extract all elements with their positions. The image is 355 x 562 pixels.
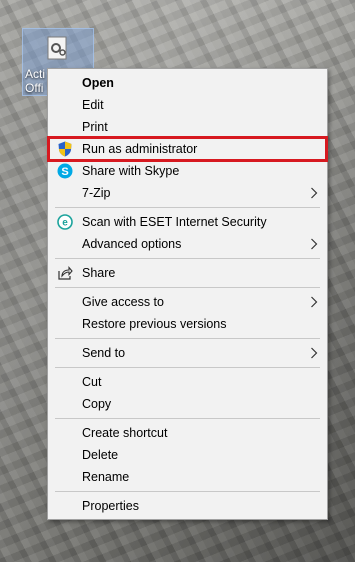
menu-item-cut[interactable]: Cut [48, 371, 327, 393]
menu-item-advanced-options[interactable]: Advanced options [48, 233, 327, 255]
menu-item-copy-label: Copy [82, 397, 112, 411]
menu-item-delete-label: Delete [82, 448, 119, 462]
menu-item-rename[interactable]: Rename [48, 466, 327, 488]
uac-shield-icon [58, 141, 72, 157]
menu-item-print[interactable]: Print [48, 116, 327, 138]
menu-item-give-access-to-label: Give access to [82, 295, 164, 309]
menu-item-delete[interactable]: Delete [48, 444, 327, 466]
chevron-right-icon [311, 187, 318, 199]
menu-separator [55, 207, 320, 208]
menu-item-edit-label: Edit [82, 98, 104, 112]
menu-item-properties[interactable]: Properties [48, 495, 327, 517]
svg-text:S: S [61, 166, 68, 178]
menu-item-send-to[interactable]: Send to [48, 342, 327, 364]
menu-separator [55, 338, 320, 339]
menu-separator [55, 491, 320, 492]
context-menu: Open Edit Print Run as administrator S S… [47, 68, 328, 520]
menu-item-create-shortcut[interactable]: Create shortcut [48, 422, 327, 444]
menu-item-share-with-skype-label: Share with Skype [82, 164, 180, 178]
menu-item-share-with-skype[interactable]: S Share with Skype [48, 160, 327, 182]
menu-item-print-label: Print [82, 120, 108, 134]
menu-item-share[interactable]: Share [48, 262, 327, 284]
menu-item-create-shortcut-label: Create shortcut [82, 426, 168, 440]
menu-item-cut-label: Cut [82, 375, 102, 389]
menu-item-advanced-options-label: Advanced options [82, 237, 182, 251]
menu-item-open[interactable]: Open [48, 72, 327, 94]
menu-item-edit[interactable]: Edit [48, 94, 327, 116]
menu-item-open-label: Open [82, 76, 114, 90]
menu-separator [55, 258, 320, 259]
menu-separator [55, 367, 320, 368]
svg-text:e: e [62, 218, 68, 229]
menu-item-send-to-label: Send to [82, 346, 126, 360]
menu-item-give-access-to[interactable]: Give access to [48, 291, 327, 313]
eset-icon: e [57, 214, 73, 230]
menu-item-run-as-administrator[interactable]: Run as administrator [48, 138, 327, 160]
menu-item-share-label: Share [82, 266, 116, 280]
menu-separator [55, 287, 320, 288]
menu-item-run-as-administrator-label: Run as administrator [82, 142, 198, 156]
menu-item-eset-scan-label: Scan with ESET Internet Security [82, 215, 267, 229]
menu-separator [55, 418, 320, 419]
chevron-right-icon [311, 296, 318, 308]
menu-item-rename-label: Rename [82, 470, 130, 484]
skype-icon: S [57, 163, 73, 179]
menu-item-properties-label: Properties [82, 499, 139, 513]
settings-file-icon [47, 36, 67, 60]
menu-item-eset-scan[interactable]: e Scan with ESET Internet Security [48, 211, 327, 233]
chevron-right-icon [311, 347, 318, 359]
chevron-right-icon [311, 238, 318, 250]
menu-item-restore-previous-versions[interactable]: Restore previous versions [48, 313, 327, 335]
menu-item-7zip-label: 7-Zip [82, 186, 111, 200]
share-icon [58, 266, 73, 280]
menu-item-7zip[interactable]: 7-Zip [48, 182, 327, 204]
menu-item-copy[interactable]: Copy [48, 393, 327, 415]
menu-item-restore-previous-versions-label: Restore previous versions [82, 317, 227, 331]
